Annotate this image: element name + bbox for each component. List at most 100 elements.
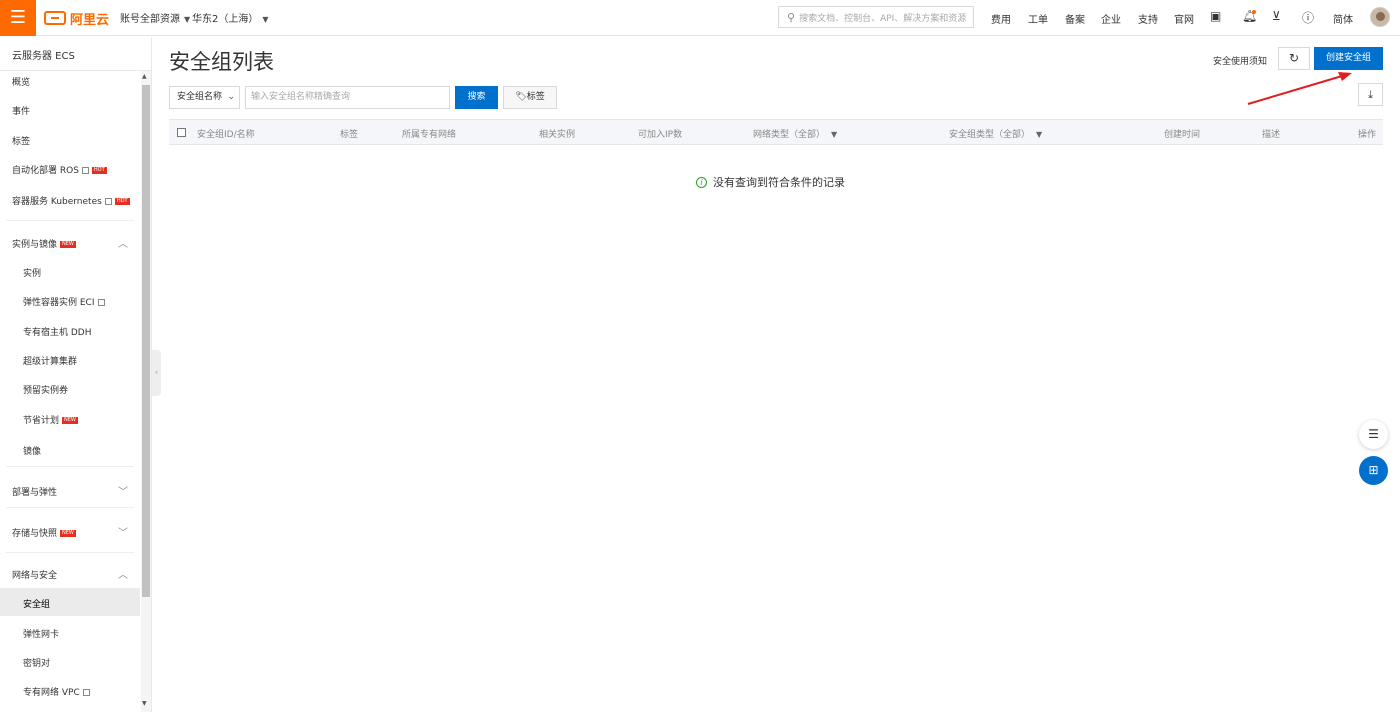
sidebar-scrollbar-thumb[interactable] [142,85,150,597]
terminal-icon[interactable]: ▣ [1210,9,1221,23]
nav-enterprise[interactable]: 企业 [1101,11,1121,26]
sidebar-item-kubernetes[interactable]: 容器服务 Kubernetes HOT [12,194,130,207]
sidebar-item-keypairs[interactable]: 密钥对 [23,656,50,669]
column-header-instances: 相关实例 [539,130,576,140]
empty-state: i 没有查询到符合条件的记录 [696,174,845,190]
nav-official[interactable]: 官网 [1174,11,1194,26]
global-search-input[interactable]: ⚲ 搜索文档、控制台、API、解决方案和资源 [778,6,974,28]
scroll-up-icon[interactable]: ▲ [142,73,147,80]
aliyun-logo[interactable]: 阿里云 [44,8,109,28]
security-notice-link[interactable]: 安全使用须知 [1213,54,1267,67]
divider [6,220,134,221]
annotation-arrow [1247,72,1352,105]
tag-filter-button[interactable]: 🏷︎标签 [503,86,557,109]
filter-field-select[interactable]: 安全组名称 ⌄ [169,86,240,109]
column-header-description: 描述 [1262,130,1281,140]
page-title: 安全组列表 [169,50,274,74]
caret-down-icon: ▼ [1036,130,1043,139]
divider [0,70,152,71]
nav-icp[interactable]: 备案 [1065,11,1085,26]
tag-icon: 🏷︎ [515,92,527,102]
column-header-created: 创建时间 [1164,130,1201,140]
column-header-actions: 操作 [1358,130,1377,140]
column-header-network-type[interactable]: 网络类型（全部） ▼ [753,127,837,140]
nav-support[interactable]: 支持 [1138,11,1158,26]
external-link-icon [104,198,112,205]
sidebar-item-eci[interactable]: 弹性容器实例 ECI [23,295,105,308]
refresh-icon: ↻ [1288,51,1300,65]
column-header-vpc: 所属专有网络 [402,130,457,140]
sidebar-item-events[interactable]: 事件 [12,104,30,117]
external-link-icon [81,167,89,174]
divider [6,507,134,508]
active-item-highlight [0,588,140,616]
sidebar-item-eni[interactable]: 弹性网卡 [23,627,59,640]
new-badge: NEW [60,241,76,248]
cart-icon[interactable]: ⊻ [1272,9,1281,23]
search-button[interactable]: 搜索 [455,86,498,109]
sidebar-item-tags[interactable]: 标签 [12,134,30,147]
sidebar-group-deploy-elastic[interactable]: 部署与弹性 [12,485,57,498]
scroll-down-icon[interactable]: ▼ [142,700,147,707]
avatar[interactable] [1370,7,1390,27]
chat-icon[interactable]: ☰ [1359,420,1388,449]
chevron-up-icon[interactable]: ︿ [118,235,128,250]
account-selector[interactable]: 账号全部资源 ▼ [120,10,190,25]
chevron-down-icon[interactable]: ﹀ [118,524,128,539]
new-badge: NEW [60,530,76,537]
notification-dot [1252,10,1256,14]
security-group-search-input[interactable]: 输入安全组名称精确查询 [245,86,450,109]
new-badge: NEW [62,417,78,424]
sidebar-item-ros[interactable]: 自动化部署 ROS HOT [12,163,107,176]
sidebar-item-ddh[interactable]: 专有宿主机 DDH [23,325,92,338]
chevron-down-icon: ⌄ [227,92,235,102]
help-icon[interactable]: ⓘ [1302,9,1314,26]
arrow-shaft [1247,75,1343,105]
external-link-icon [97,299,105,306]
nav-fees[interactable]: 费用 [991,11,1011,26]
select-all-checkbox[interactable] [177,128,186,137]
chevron-down-icon[interactable]: ﹀ [118,483,128,498]
refresh-button[interactable]: ↻ [1278,47,1310,70]
sidebar-item-overview[interactable]: 概览 [12,75,30,88]
sidebar-group-network-security[interactable]: 网络与安全 [12,568,57,581]
sidebar-title: 云服务器 ECS [12,51,75,62]
search-icon: ⚲ [787,10,796,24]
sidebar-item-instances[interactable]: 实例 [23,266,41,279]
sidebar-item-images[interactable]: 镜像 [23,444,41,457]
download-icon: ⤓ [1368,88,1373,101]
column-header-ip-count: 可加入IP数 [638,130,683,140]
language-selector[interactable]: 简体 [1333,11,1353,26]
column-header-id-name: 安全组ID/名称 [197,130,255,140]
caret-down-icon: ▼ [184,15,191,24]
logo-mark-icon [44,11,66,25]
region-selector[interactable]: 华东2（上海） ▼ [192,10,269,25]
sidebar-item-security-groups[interactable]: 安全组 [23,597,50,610]
column-header-tags: 标签 [340,130,359,140]
divider [6,552,134,553]
apps-icon[interactable]: ⊞ [1359,456,1388,485]
nav-tickets[interactable]: 工单 [1028,11,1048,26]
download-button[interactable]: ⤓ [1358,83,1383,106]
caret-down-icon: ▼ [262,15,269,24]
sidebar-group-instances-images[interactable]: 实例与镜像 NEW [12,237,76,250]
sidebar-item-reserved[interactable]: 预留实例券 [23,383,68,396]
chevron-up-icon[interactable]: ︿ [118,566,128,581]
table-header: 安全组ID/名称 标签 所属专有网络 相关实例 可加入IP数 网络类型（全部） ▼… [169,119,1383,145]
sidebar-item-vpc[interactable]: 专有网络 VPC [23,685,90,698]
main-content: 安全组列表 安全使用须知 ↻ 创建安全组 安全组名称 ⌄ 输入安全组名称精确查询… [161,37,1400,712]
divider [6,466,134,467]
sidebar: 云服务器 ECS 概览 事件 标签 自动化部署 ROS HOT 容器服务 Kube… [0,37,152,712]
hot-badge: HOT [114,198,130,205]
menu-icon[interactable]: ☰ [0,0,36,36]
top-bar: ☰ 阿里云 账号全部资源 ▼ 华东2（上海） ▼ ⚲ 搜索文档、控制台、API、解决… [0,0,1400,36]
caret-down-icon: ▼ [831,130,838,139]
external-link-icon [82,689,90,696]
create-security-group-button[interactable]: 创建安全组 [1314,47,1383,70]
arrow-head [1338,72,1352,81]
sidebar-group-storage-snapshots[interactable]: 存储与快照 NEW [12,526,76,539]
sidebar-item-scc[interactable]: 超级计算集群 [23,354,77,367]
sidebar-item-savings-plan[interactable]: 节省计划 NEW [23,413,78,426]
collapse-sidebar-handle[interactable]: ‹ [152,350,161,396]
column-header-group-type[interactable]: 安全组类型（全部） ▼ [949,127,1042,140]
